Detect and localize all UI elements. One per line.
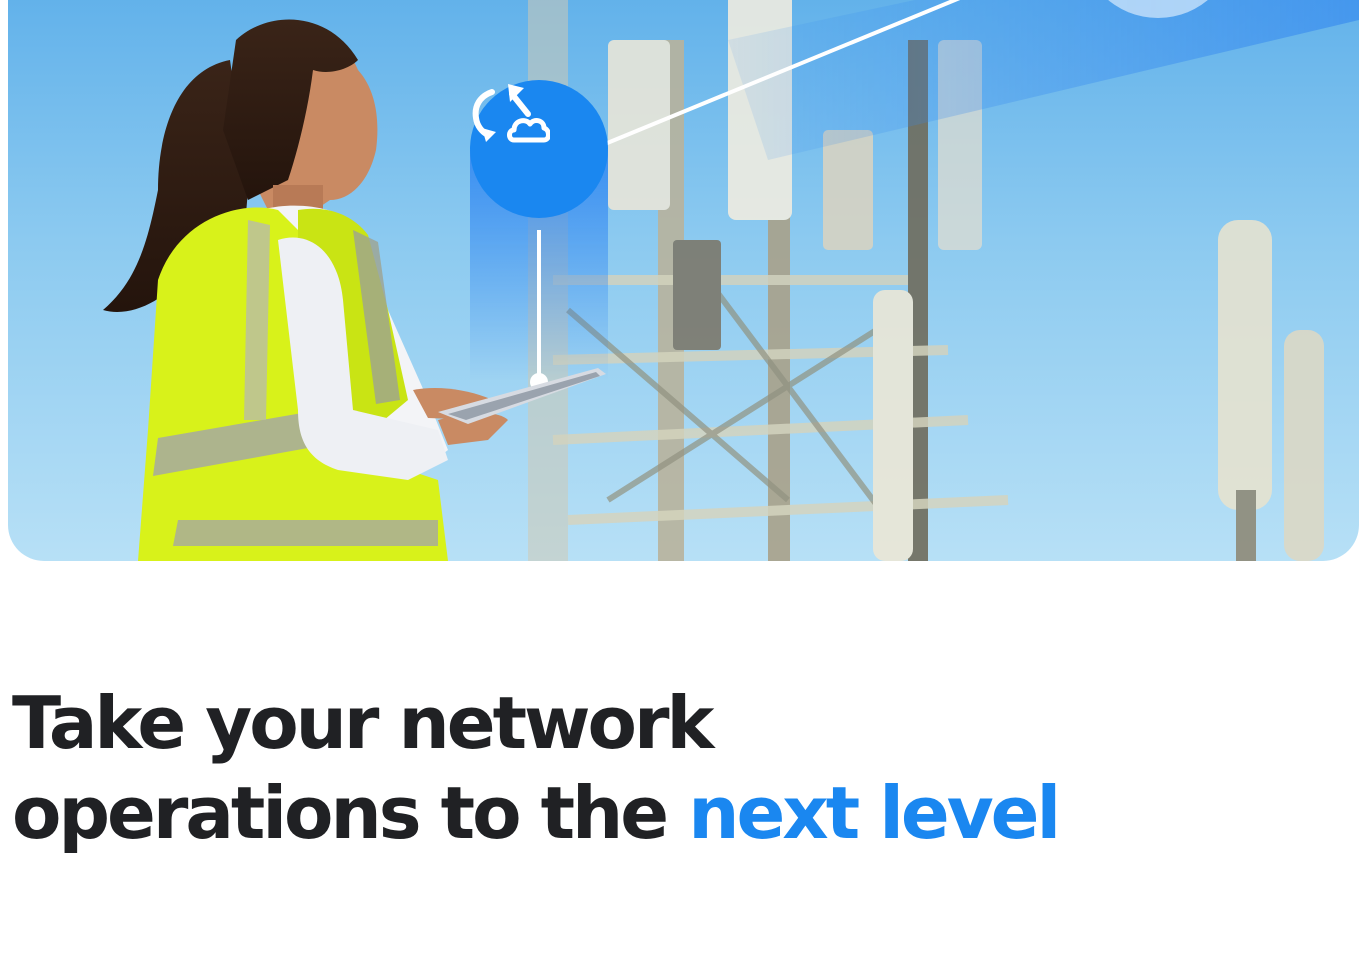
headline-line-1: Take your network (12, 681, 714, 765)
cloud-sync-icon (472, 84, 550, 143)
headline-line-2: operations to the (12, 771, 689, 855)
hero-illustration (103, 0, 1359, 561)
light-beam (728, 0, 1359, 160)
cloud-sync-badge (470, 80, 608, 218)
hero-image (8, 0, 1359, 561)
promo-page: Take your network operations to the next… (0, 0, 1359, 974)
page-headline: Take your network operations to the next… (12, 678, 1061, 858)
headline-accent: next level (688, 771, 1061, 855)
